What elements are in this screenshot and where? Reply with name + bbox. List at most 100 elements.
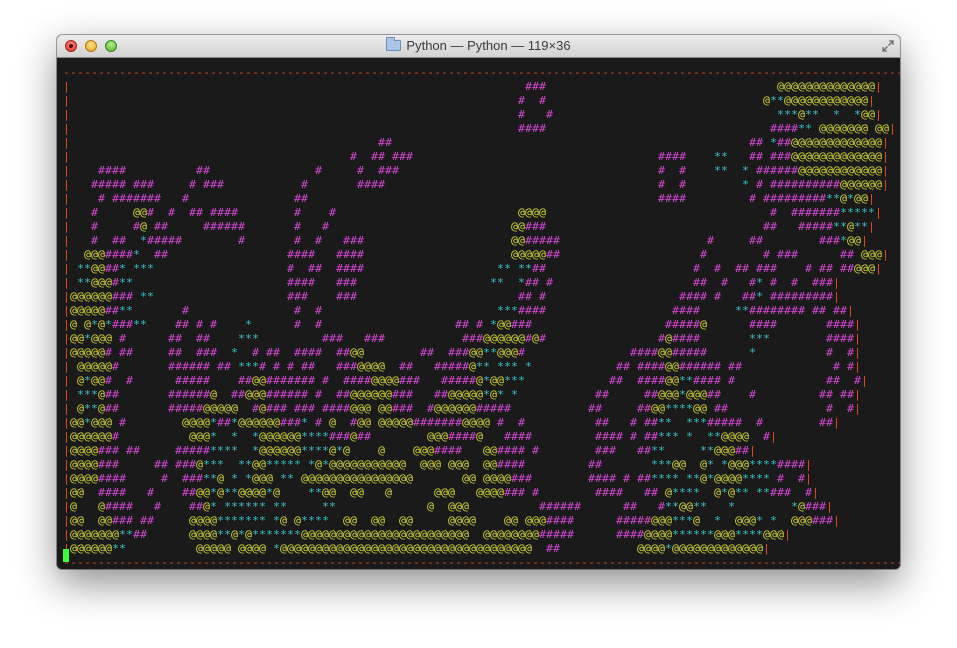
ascii-art-run: #	[105, 375, 113, 387]
ascii-art-run: ##	[175, 319, 190, 331]
ascii-art-run: *	[266, 487, 273, 499]
ascii-art-run: *	[840, 235, 847, 247]
ascii-art-run: ****	[672, 487, 700, 499]
ascii-art-run: *	[749, 347, 756, 359]
ascii-art-run: @@	[672, 459, 687, 471]
ascii-art-run: @@@	[658, 389, 680, 401]
ascii-art-run: #	[476, 319, 484, 331]
ascii-art-run: ####	[518, 123, 547, 135]
ascii-art-run: @@	[70, 487, 85, 499]
ascii-art-run: ####	[336, 263, 365, 275]
ascii-art-run: #####	[672, 347, 708, 359]
ascii-art-run: @@@@@@	[70, 543, 113, 555]
ascii-art-run: ###	[112, 291, 134, 303]
ascii-art-run: **	[707, 431, 721, 443]
ascii-art-run: ##	[357, 431, 372, 443]
ascii-art-run: @@	[350, 487, 365, 499]
ascii-art-run: @@	[651, 403, 666, 415]
ascii-art-run: **	[476, 361, 490, 373]
ascii-art-run: @@@@@	[196, 543, 232, 555]
ascii-art-run: *	[308, 459, 315, 471]
ascii-art-run: ##	[623, 501, 638, 513]
ascii-art-run: @@@@	[70, 445, 99, 457]
ascii-art-run: #	[826, 347, 834, 359]
window-title-area: Python — Python — 119×36	[57, 37, 900, 54]
ascii-art-run: @@	[70, 417, 85, 429]
ascii-art-run: *	[756, 291, 763, 303]
ascii-art-run: ###	[511, 319, 533, 331]
ascii-art-run: ##	[196, 165, 211, 177]
ascii-art-run: ####	[287, 277, 316, 289]
ascii-art-run: ##	[301, 361, 316, 373]
ascii-art-run: #	[91, 221, 99, 233]
ascii-art-run: ##	[119, 347, 134, 359]
ascii-art-run: @@	[343, 515, 358, 527]
ascii-art-run: ##	[126, 445, 141, 457]
ascii-art-run: #####	[91, 179, 127, 191]
ascii-art-run: #######	[112, 193, 162, 205]
ascii-art-run: @@	[322, 487, 337, 499]
ascii-art-run: ####	[210, 207, 239, 219]
ascii-art-run: ##	[434, 389, 449, 401]
ascii-art-run: #######	[413, 417, 463, 429]
ascii-art-run: ####	[693, 375, 722, 387]
ascii-art-run: #	[287, 263, 295, 275]
terminal-content[interactable]: ----------------------------------------…	[57, 58, 900, 569]
ascii-art-run: #	[658, 165, 666, 177]
ascii-art-run: |	[63, 403, 70, 415]
ascii-art-run: @@	[511, 235, 526, 247]
ascii-art-run: ###	[112, 515, 134, 527]
ascii-art-run: @@	[357, 417, 372, 429]
fullscreen-arrows-icon[interactable]	[882, 40, 894, 52]
ascii-art-run: |	[854, 347, 861, 359]
ascii-art-run: |	[868, 221, 875, 233]
ascii-art-run: @@@@@	[77, 361, 113, 373]
ascii-art-run: ####	[105, 249, 134, 261]
ascii-art-run: @@	[91, 263, 106, 275]
ascii-art-run: #	[294, 305, 302, 317]
ascii-art-run: |	[63, 487, 70, 499]
ascii-art-run: ##	[238, 375, 253, 387]
ascii-art-run: ####	[336, 249, 365, 261]
ascii-art-run: ####	[616, 529, 645, 541]
ascii-art-run: #	[763, 249, 771, 261]
ascii-art-run: *	[84, 375, 91, 387]
ascii-art-run: **	[119, 277, 133, 289]
ascii-art-run: #	[770, 207, 778, 219]
ascii-art-run: ##	[644, 431, 659, 443]
ascii-art-run: *	[721, 487, 728, 499]
ascii-art-run: ###	[336, 361, 358, 373]
ascii-art-run: ######	[539, 501, 582, 513]
ascii-art-run: @@@@	[462, 417, 491, 429]
ascii-art-run: #	[294, 319, 302, 331]
ascii-art-run: |	[63, 375, 70, 387]
ascii-art-run: ##	[112, 235, 127, 247]
ascii-art-run: #	[700, 249, 708, 261]
ascii-art-run: ##	[154, 249, 169, 261]
ascii-art-run: @@@	[763, 529, 785, 541]
ascii-art-run: **	[756, 487, 770, 499]
ascii-art-run: ######	[168, 389, 211, 401]
ascii-art-run: @@@	[861, 249, 883, 261]
ascii-art-run: #	[322, 221, 330, 233]
ascii-art-run: |	[861, 235, 868, 247]
ascii-art-run: #	[112, 431, 120, 443]
text-cursor	[63, 549, 69, 562]
ascii-art-run: @@	[70, 333, 85, 345]
ascii-art-run: ***	[77, 389, 98, 401]
ascii-art-run: @	[427, 501, 435, 513]
title-bar[interactable]: Python — Python — 119×36	[57, 35, 900, 58]
ascii-art-run: @@@	[434, 487, 456, 499]
ascii-art-run: *	[770, 137, 777, 149]
ascii-art-run: |	[875, 263, 882, 275]
ascii-art-run: *	[252, 445, 259, 457]
ascii-art-run: #####	[539, 529, 575, 541]
ascii-art-run: **	[119, 529, 133, 541]
ascii-art-run: ##########	[770, 179, 841, 191]
ascii-art-run: #####	[798, 221, 834, 233]
ascii-art-run: ##	[336, 347, 351, 359]
ascii-art-run: @	[693, 515, 701, 527]
ascii-art-run: @	[385, 487, 393, 499]
ascii-art-run: @@@	[651, 515, 673, 527]
ascii-art-run: ##	[168, 333, 183, 345]
